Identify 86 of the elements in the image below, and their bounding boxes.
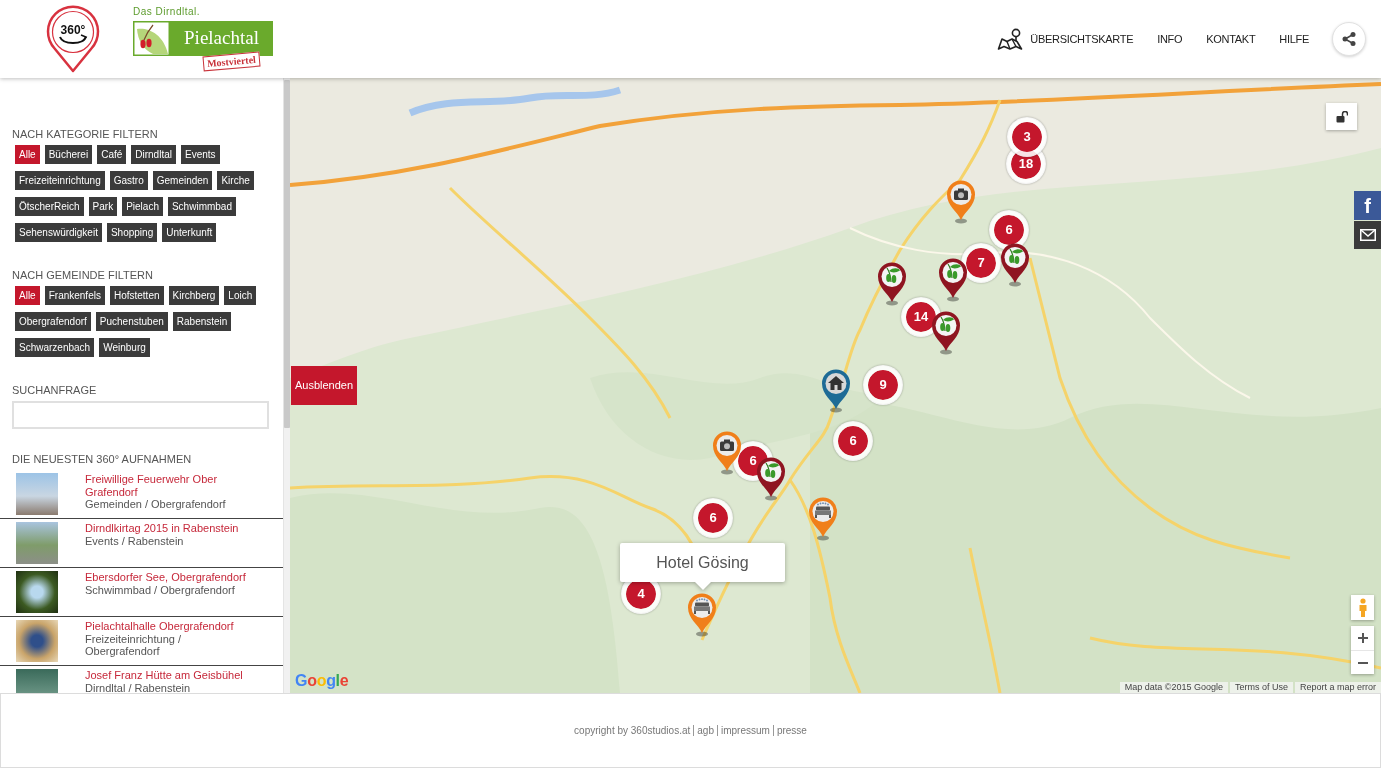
category-filter-button[interactable]: Unterkunft [162,223,217,242]
facebook-button[interactable]: f [1354,191,1381,220]
camera-marker-icon[interactable] [712,431,742,475]
leaf-marker-icon[interactable] [877,262,907,306]
municipality-filter-button[interactable]: Puchenstuben [95,312,168,331]
photo-placeholder[interactable] [16,571,58,613]
camera-marker-icon[interactable] [946,180,976,224]
nav-link[interactable]: HILFE [1279,30,1309,48]
house-marker-icon[interactable] [821,369,851,413]
entry-category: Gemeinden / Obergrafendorf [85,498,227,511]
person-icon [1357,597,1368,618]
entry-category: Schwimmbad / Obergrafendorf [85,583,236,596]
category-filter-button[interactable]: Schwimmbad [167,197,236,216]
leaf-marker-icon[interactable] [756,457,786,501]
logo-tagline: Das Dirndltal. [133,6,201,18]
search-label: SUCHANFRAGE [12,384,98,397]
email-button[interactable] [1354,221,1381,249]
bed-marker-icon[interactable] [687,593,717,637]
category-filter-button[interactable]: Sehenswürdigkeit [15,223,102,242]
footer-link[interactable]: agb [693,725,714,736]
municipality-filter-button[interactable]: Weinburg [99,338,150,357]
report-error-link[interactable]: Report a map error [1294,682,1381,693]
entry-title-link[interactable]: Freiwillige Feuerwehr Ober Grafendorf [85,473,251,498]
share-icon [1342,32,1356,46]
category-filter-button[interactable]: Kirche [217,171,254,190]
category-filter-button[interactable]: Dirndltal [131,145,176,164]
bed-marker-icon[interactable] [808,497,838,541]
hide-sidebar-button[interactable]: Ausblenden [291,366,357,405]
category-filter-button[interactable]: Alle [15,145,40,164]
municipality-filter-button[interactable]: Kirchberg [168,286,220,305]
tooltip-pointer-icon [694,582,711,590]
envelope-icon [1359,229,1376,241]
municipality-filter-button[interactable]: Frankenfels [44,286,105,305]
leaf-marker-icon[interactable] [1000,243,1030,287]
entry-title-link[interactable]: Pielachtalhalle Obergrafendorf [85,620,251,633]
map-data-text: Map data ©2015 Google [1119,682,1228,693]
google-logo: Google [295,672,349,690]
category-filter-button[interactable]: Café [97,145,127,164]
panorama-logo[interactable]: 360° [45,5,101,73]
municipality-filter-button[interactable]: Hofstetten [109,286,164,305]
logo-wordmark: Pielachtal [170,21,273,56]
municipality-filter-button[interactable]: Loich [224,286,257,305]
category-filter-button[interactable]: Gemeinden [152,171,213,190]
minus-icon [1357,661,1368,664]
share-button[interactable] [1332,22,1366,56]
category-filter-button[interactable]: Park [88,197,118,216]
category-filter-button[interactable]: Freizeiteinrichtung [15,171,105,190]
search-field[interactable] [12,401,269,429]
copyright-text: copyright by 360studios.at [574,725,691,736]
section-heading: NACH GEMEINDE FILTERN [12,269,154,282]
entry-title-link[interactable]: Ebersdorfer See, Obergrafendorf [85,571,251,584]
zoom-out-button[interactable] [1351,650,1374,674]
scrollbar-thumb[interactable] [284,80,290,428]
entry-category: Freizeiteinrichtung / Obergrafendorf [85,632,182,658]
lock-icon [1335,110,1348,123]
category-filter-button[interactable]: Bücherei [44,145,93,164]
category-filter-button[interactable]: Shopping [106,223,158,242]
lock-button[interactable] [1326,103,1357,130]
map-icon [997,27,1024,51]
terms-link[interactable]: Terms of Use [1229,682,1293,693]
plus-icon [1357,633,1368,643]
category-filter-button[interactable]: Pielach [122,197,163,216]
municipality-filter-button[interactable]: Obergrafendorf [15,312,91,331]
nav-link[interactable]: ÜBERSICHTSKARTE [997,27,1134,51]
leaf-marker-icon[interactable] [931,311,961,355]
entry-category: Dirndltal / Rabenstein [85,681,192,693]
entry-category: Events / Rabenstein [85,534,185,547]
municipality-filter-button[interactable]: Rabenstein [172,312,232,331]
municipality-filter-button[interactable]: Schwarzenbach [15,338,95,357]
section-heading: DIE NEUESTEN 360° AUFNAHMEN [12,453,193,466]
zoom-in-button[interactable] [1351,626,1374,650]
nav-link[interactable]: KONTAKT [1206,30,1256,48]
entry-title-link[interactable]: Josef Franz Hütte am Geisbühel [85,669,251,682]
section-heading: NACH KATEGORIE FILTERN [12,128,159,141]
footer-link[interactable]: impressum [716,725,770,736]
footer-link[interactable]: presse [772,725,807,736]
entry-title-link[interactable]: Dirndlkirtag 2015 in Rabenstein [85,522,251,535]
category-filter-button[interactable]: ÖtscherReich [15,197,84,216]
leaf-marker-icon[interactable] [938,258,968,302]
nav-link[interactable]: INFO [1157,30,1183,48]
category-filter-button[interactable]: Events [180,145,220,164]
berry-leaf-icon [133,21,170,56]
category-filter-button[interactable]: Gastro [109,171,148,190]
municipality-filter-button[interactable]: Alle [15,286,40,305]
photo-placeholder[interactable] [16,620,58,662]
map-tooltip: Hotel Gösing [620,543,785,582]
